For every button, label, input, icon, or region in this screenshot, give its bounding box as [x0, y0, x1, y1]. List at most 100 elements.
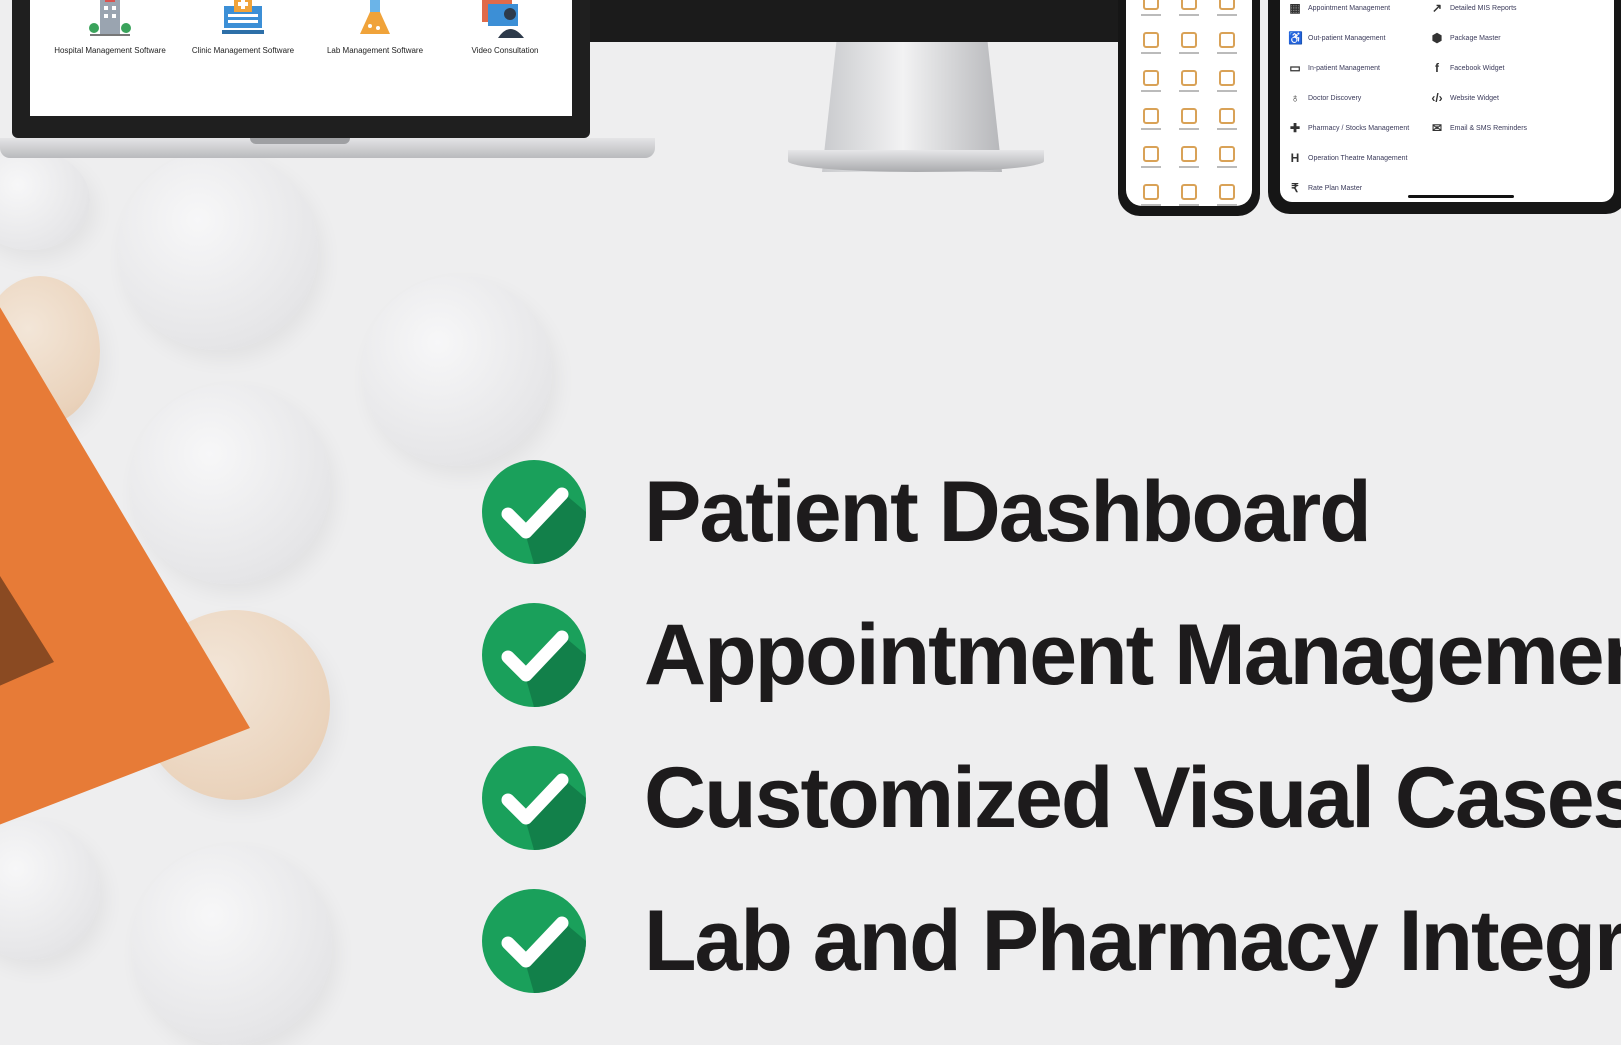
phone-screen	[1126, 0, 1252, 206]
laptop-product-video[interactable]: Video Consultation	[440, 0, 570, 55]
orange-triangle-decoration	[0, 307, 250, 825]
tablet-menu-label: Rate Plan Master	[1308, 184, 1363, 192]
app-icon	[1219, 184, 1235, 200]
app-icon	[1143, 0, 1159, 10]
tablet-menu-item[interactable]: ⬢ Package Master	[1430, 32, 1501, 44]
tablet-menu-label: Out-patient Management	[1308, 34, 1386, 42]
feature-label: Lab and Pharmacy Integra	[644, 892, 1621, 989]
tablet-menu-item[interactable]: ✚ Pharmacy / Stocks Management	[1288, 122, 1409, 134]
tablet-menu-label: Email & SMS Reminders	[1450, 124, 1528, 132]
phone-app-tile[interactable]	[1208, 184, 1246, 214]
video-consultation-icon	[480, 0, 530, 42]
feature-item: Lab and Pharmacy Integra	[482, 889, 1621, 993]
feature-label: Customized Visual Casesh	[644, 749, 1621, 846]
laptop-product-label: Video Consultation	[471, 46, 539, 55]
stethoscope-icon: ♁	[1290, 91, 1300, 105]
tablet-menu-item[interactable]: ▦ Appointment Management	[1288, 2, 1390, 14]
check-circle-icon	[482, 460, 586, 564]
tablet-menu-label: Facebook Widget	[1450, 64, 1505, 72]
app-icon	[1219, 146, 1235, 162]
phone-icon-grid	[1132, 0, 1246, 214]
tablet-menu-item[interactable]: ↗ Detailed MIS Reports	[1430, 2, 1517, 14]
check-circle-icon	[482, 746, 586, 850]
tablet-menu-label: Detailed MIS Reports	[1450, 4, 1517, 12]
tablet-menu-item[interactable]: ♿ Out-patient Management	[1288, 32, 1385, 44]
app-icon	[1143, 32, 1159, 48]
app-icon	[1219, 0, 1235, 10]
phone-app-tile[interactable]	[1132, 0, 1170, 24]
tablet-screen: ▦ Appointment Management ♿ Out-patient Man…	[1280, 0, 1614, 202]
packages-icon: ⬢	[1431, 31, 1443, 45]
phone-app-tile[interactable]	[1208, 32, 1246, 62]
calendar-icon: ▦	[1289, 1, 1301, 15]
facebook-icon: f	[1435, 61, 1439, 75]
phone-device	[1118, 0, 1260, 216]
code-icon: ‹/›	[1431, 91, 1443, 105]
lab-flask-icon	[350, 0, 400, 42]
tablet-menu-label: Website Widget	[1450, 94, 1499, 102]
monitor-foot	[788, 150, 1044, 172]
phone-app-tile[interactable]	[1170, 32, 1208, 62]
tablet-menu-label: In-patient Management	[1308, 64, 1380, 72]
app-icon	[1181, 0, 1197, 10]
app-icon	[1181, 32, 1197, 48]
tablet-menu-item[interactable]: ✉ Email & SMS Reminders	[1430, 122, 1527, 134]
tablet-menu-label: Doctor Discovery	[1308, 94, 1362, 102]
app-icon	[1181, 184, 1197, 200]
tablet-menu-item[interactable]: ‹/› Website Widget	[1430, 92, 1499, 104]
phone-app-tile[interactable]	[1170, 108, 1208, 138]
app-icon	[1143, 70, 1159, 86]
feature-item: Customized Visual Casesh	[482, 746, 1621, 850]
feature-item: Patient Dashboard	[482, 460, 1372, 564]
laptop-product-lab[interactable]: Lab Management Software	[310, 0, 440, 55]
tablet-menu-label: Operation Theatre Management	[1308, 154, 1408, 162]
chart-line-icon: ↗	[1431, 1, 1443, 15]
app-icon	[1143, 184, 1159, 200]
laptop-product-label: Lab Management Software	[326, 46, 424, 55]
hospital-h-icon: H	[1290, 151, 1300, 165]
tablet-home-indicator	[1408, 195, 1514, 198]
background-bubble	[362, 276, 552, 466]
tablet-menu-item[interactable]: ▭ In-patient Management	[1288, 62, 1380, 74]
app-icon	[1143, 146, 1159, 162]
tablet-menu-item[interactable]: f Facebook Widget	[1430, 62, 1504, 74]
wheelchair-icon: ♿	[1288, 31, 1303, 45]
app-icon	[1219, 32, 1235, 48]
phone-app-tile[interactable]	[1170, 184, 1208, 214]
bed-icon: ▭	[1289, 61, 1301, 75]
app-icon	[1219, 108, 1235, 124]
phone-app-tile[interactable]	[1132, 146, 1170, 176]
tablet-menu-label: Package Master	[1450, 34, 1501, 42]
app-icon	[1181, 146, 1197, 162]
tablet-menu-label: Pharmacy / Stocks Management	[1308, 124, 1410, 132]
tablet-menu-item[interactable]: ♁ Doctor Discovery	[1288, 91, 1362, 105]
check-circle-icon	[482, 889, 586, 993]
phone-app-tile[interactable]	[1132, 32, 1170, 62]
medical-kit-icon: ✚	[1289, 121, 1301, 135]
tablet-device: ▦ Appointment Management ♿ Out-patient Man…	[1268, 0, 1621, 214]
envelope-icon: ✉	[1431, 121, 1443, 135]
phone-app-tile[interactable]	[1208, 146, 1246, 176]
tablet-menu-label: Appointment Management	[1308, 4, 1391, 12]
phone-app-tile[interactable]	[1170, 0, 1208, 24]
check-circle-icon	[482, 603, 586, 707]
app-icon	[1181, 70, 1197, 86]
feature-item: Appointment Managemen	[482, 603, 1621, 707]
app-icon	[1219, 70, 1235, 86]
tablet-menu-item[interactable]: H Operation Theatre Management	[1288, 152, 1408, 164]
phone-app-tile[interactable]	[1132, 108, 1170, 138]
feature-label: Appointment Managemen	[644, 606, 1621, 703]
app-icon	[1143, 108, 1159, 124]
phone-app-tile[interactable]	[1208, 108, 1246, 138]
phone-app-tile[interactable]	[1132, 70, 1170, 100]
phone-app-tile[interactable]	[1208, 70, 1246, 100]
phone-app-tile[interactable]	[1170, 146, 1208, 176]
monitor-bezel	[590, 0, 1120, 42]
tablet-menu-item[interactable]: ₹ Rate Plan Master	[1288, 182, 1362, 194]
app-icon	[1181, 108, 1197, 124]
rupee-icon: ₹	[1291, 181, 1299, 195]
feature-label: Patient Dashboard	[644, 463, 1372, 560]
phone-app-tile[interactable]	[1132, 184, 1170, 214]
phone-app-tile[interactable]	[1170, 70, 1208, 100]
phone-app-tile[interactable]	[1208, 0, 1246, 24]
